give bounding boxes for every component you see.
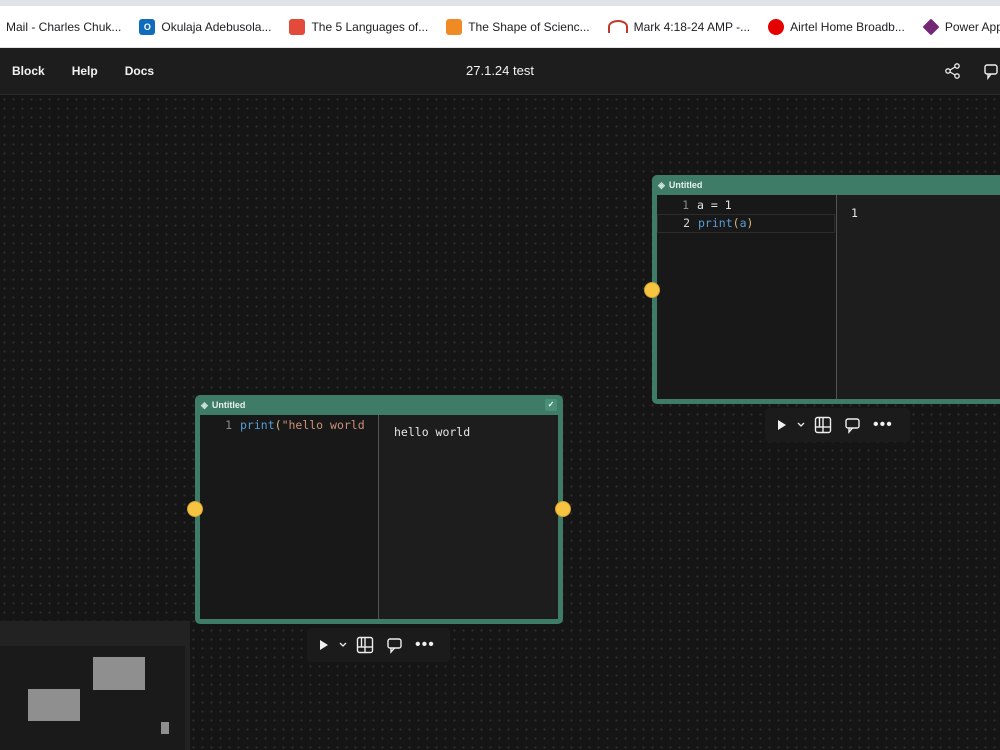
block-toolbar: ••• (765, 408, 910, 442)
play-icon[interactable] (776, 419, 788, 431)
code-line: 1 a = 1 (657, 197, 836, 214)
comment-icon[interactable] (844, 416, 862, 434)
line-number: 1 (225, 418, 232, 432)
code-function: print (698, 216, 733, 230)
minimap-viewport[interactable] (0, 646, 185, 750)
block-title: Untitled (211, 400, 246, 410)
lightbulb-icon (446, 18, 463, 35)
chevron-down-icon[interactable] (338, 640, 348, 650)
comments-icon[interactable] (982, 62, 1000, 80)
layout-icon[interactable] (814, 416, 832, 434)
bookmark-label: The 5 Languages of... (311, 19, 429, 34)
connection-handle-left[interactable] (644, 282, 660, 298)
header-actions (944, 48, 1000, 94)
document-title[interactable]: 27.1.24 test (0, 48, 1000, 94)
block-type-icon: ◈ (201, 399, 208, 410)
code-block[interactable]: ◈ Untitled 1 a = 1 2 print(a) 1 (652, 175, 1000, 404)
bookmark-power-apps[interactable]: Power Apps (915, 6, 1000, 47)
bookmark-label: Mark 4:18-24 AMP -... (633, 19, 751, 34)
chevron-down-icon[interactable] (796, 420, 806, 430)
powerapps-icon (922, 18, 940, 35)
bookmark-label: Mail - Charles Chuk... (6, 19, 122, 34)
connection-handle-left[interactable] (187, 501, 203, 517)
code-text: a = 1 (697, 198, 732, 212)
bookmark-label: Power Apps (944, 19, 1000, 34)
outlook-icon: O (139, 18, 156, 35)
code-paren: ( (732, 216, 740, 230)
block-header[interactable]: ◈ Untitled ✓ (195, 395, 563, 415)
block-header[interactable]: ◈ Untitled (652, 175, 1000, 195)
block-type-icon: ◈ (658, 179, 665, 190)
code-function: print (240, 418, 275, 432)
bible-icon (607, 20, 628, 33)
code-line-active: 2 print(a) (657, 214, 835, 233)
code-string: "hello world (281, 418, 365, 432)
output-text: hello world (394, 425, 471, 439)
check-icon[interactable]: ✓ (545, 399, 557, 411)
connection-handle-right[interactable] (555, 501, 571, 517)
block-title: Untitled (668, 180, 703, 190)
bookmark-label: Airtel Home Broadb... (790, 19, 905, 34)
bookmark-mail[interactable]: Mail - Charles Chuk... (0, 6, 131, 47)
bookmark-airtel[interactable]: Airtel Home Broadb... (760, 6, 915, 47)
more-icon[interactable]: ••• (873, 416, 893, 434)
bookmark-shape-of-science[interactable]: The Shape of Scienc... (438, 6, 599, 47)
code-editor[interactable]: 1 print("hello world (200, 415, 379, 619)
share-icon[interactable] (944, 62, 962, 80)
code-arg: a (739, 216, 747, 230)
line-number: 2 (683, 216, 690, 230)
minimap-block (161, 722, 169, 734)
code-block[interactable]: ◈ Untitled ✓ 1 print("hello world hello … (195, 395, 563, 624)
code-editor[interactable]: 1 a = 1 2 print(a) (657, 195, 837, 399)
output-text: 1 (851, 206, 858, 220)
site-icon (289, 18, 306, 35)
bookmarks-bar: Mail - Charles Chuk... O Okulaja Adebuso… (0, 6, 1000, 48)
output-pane: 1 (837, 195, 1000, 399)
more-icon[interactable]: ••• (415, 636, 435, 654)
code-line: 1 print("hello world (200, 417, 378, 434)
bookmark-5-languages[interactable]: The 5 Languages of... (281, 6, 438, 47)
minimap-block (28, 689, 80, 721)
minimap[interactable] (0, 621, 190, 750)
play-icon[interactable] (318, 639, 330, 651)
output-pane: hello world (379, 415, 558, 619)
bookmark-label: The Shape of Scienc... (468, 19, 590, 34)
minimap-block (93, 657, 145, 690)
line-number: 1 (682, 198, 689, 212)
airtel-icon (768, 18, 785, 35)
block-panes: 1 a = 1 2 print(a) 1 (657, 195, 1000, 399)
block-panes: 1 print("hello world hello world (200, 415, 558, 619)
bookmark-mark-4[interactable]: Mark 4:18-24 AMP -... (600, 6, 761, 47)
bookmark-label: Okulaja Adebusola... (161, 19, 272, 34)
bookmark-okulaja[interactable]: O Okulaja Adebusola... (131, 6, 281, 47)
block-toolbar: ••• (307, 628, 450, 662)
comment-icon[interactable] (386, 636, 404, 654)
app-header: Block Help Docs 27.1.24 test (0, 48, 1000, 95)
code-paren: ( (274, 418, 282, 432)
code-paren: ) (746, 216, 754, 230)
layout-icon[interactable] (356, 636, 374, 654)
